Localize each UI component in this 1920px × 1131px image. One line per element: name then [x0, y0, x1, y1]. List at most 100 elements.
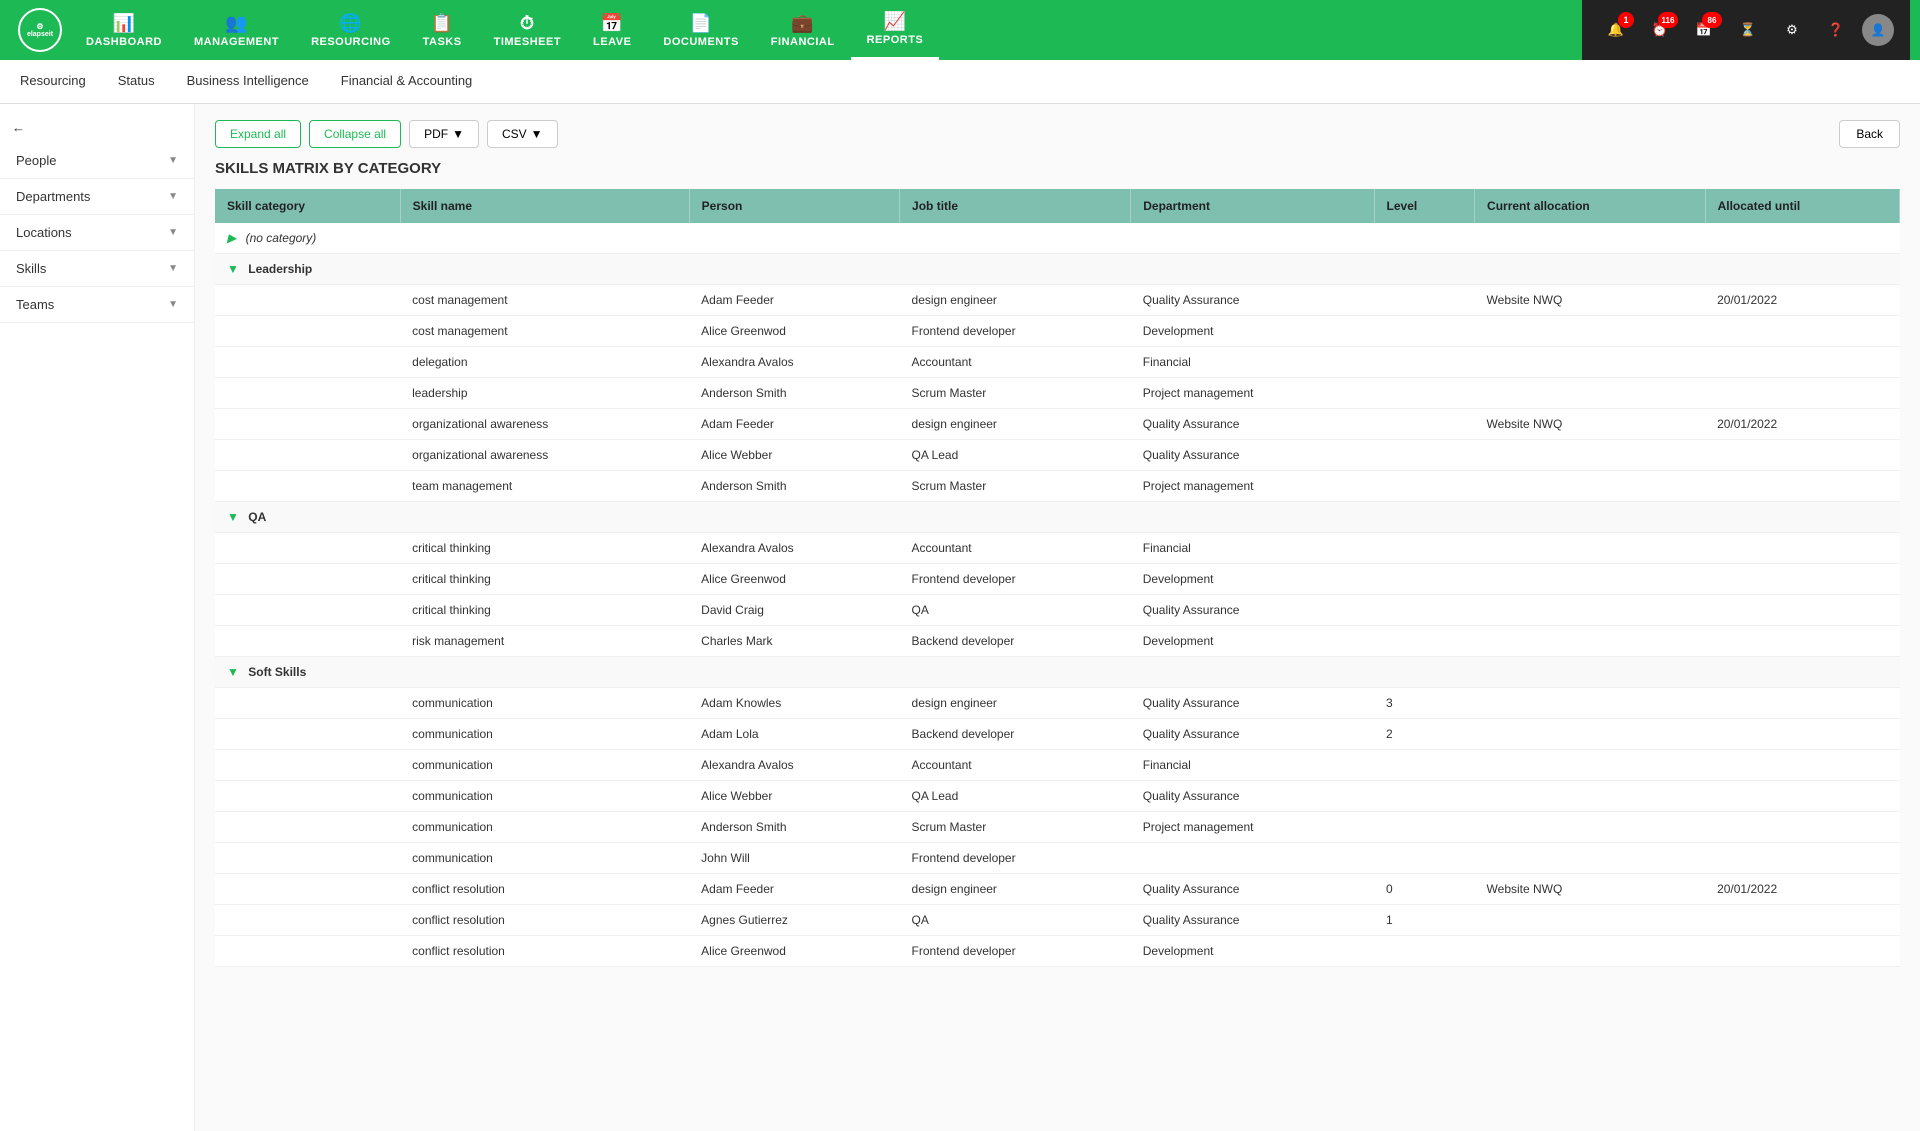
collapse-icon: ▼ [227, 665, 239, 679]
reports-icon: 📈 [883, 11, 906, 32]
table-row: conflict resolution Agnes Gutierrez QA Q… [215, 905, 1900, 936]
collapse-icon: ▼ [227, 510, 239, 524]
help-icon: ❓ [1828, 22, 1844, 38]
hourglass-button[interactable]: ⏳ [1730, 12, 1766, 48]
skills-matrix-table: Skill category Skill name Person Job tit… [215, 189, 1900, 967]
calendar-badge: 86 [1702, 12, 1722, 28]
back-button[interactable]: Back [1839, 120, 1900, 148]
table-row: conflict resolution Adam Feeder design e… [215, 874, 1900, 905]
table-row: cost management Adam Feeder design engin… [215, 285, 1900, 316]
toolbar-buttons: Expand all Collapse all PDF ▼ CSV ▼ [215, 120, 558, 148]
table-row: communication Adam Lola Backend develope… [215, 719, 1900, 750]
notifications-button[interactable]: 🔔 1 [1598, 12, 1634, 48]
category-row[interactable]: ▼ Soft Skills [215, 657, 1900, 688]
col-person: Person [689, 189, 899, 223]
expand-icon: ▶ [227, 231, 236, 245]
nav-tasks[interactable]: 📋 TASKS [407, 0, 478, 60]
table-row: communication Alice Webber QA Lead Quali… [215, 781, 1900, 812]
sub-nav-resourcing[interactable]: Resourcing [16, 60, 90, 103]
collapse-all-button[interactable]: Collapse all [309, 120, 401, 148]
expand-all-button[interactable]: Expand all [215, 120, 301, 148]
category-row[interactable]: ▼ QA [215, 502, 1900, 533]
nav-documents[interactable]: 📄 DOCUMENTS [647, 0, 754, 60]
management-icon: 👥 [225, 13, 248, 34]
table-row: critical thinking Alexandra Avalos Accou… [215, 533, 1900, 564]
nav-leave[interactable]: 📅 LEAVE [577, 0, 647, 60]
nav-timesheet[interactable]: ⏱ TIMESHEET [478, 0, 577, 60]
chevron-down-icon: ▼ [168, 263, 178, 274]
csv-button[interactable]: CSV ▼ [487, 120, 558, 148]
sidebar-filter-teams[interactable]: Teams ▼ [0, 287, 194, 323]
main-layout: ← People ▼ Departments ▼ Locations ▼ Ski… [0, 104, 1920, 1131]
documents-icon: 📄 [690, 13, 713, 34]
sub-nav-business-intelligence[interactable]: Business Intelligence [183, 60, 313, 103]
table-row: organizational awareness Adam Feeder des… [215, 409, 1900, 440]
financial-icon: 💼 [791, 13, 814, 34]
nav-management[interactable]: 👥 MANAGEMENT [178, 0, 295, 60]
notifications-badge: 1 [1618, 12, 1634, 28]
col-skill-name: Skill name [400, 189, 689, 223]
timer-button[interactable]: ⏰ 116 [1642, 12, 1678, 48]
sidebar: ← People ▼ Departments ▼ Locations ▼ Ski… [0, 104, 195, 1131]
timer-badge: 116 [1658, 12, 1678, 28]
category-row[interactable]: ▼ Leadership [215, 254, 1900, 285]
sub-nav-financial-accounting[interactable]: Financial & Accounting [337, 60, 477, 103]
chevron-down-icon: ▼ [531, 127, 543, 141]
leave-icon: 📅 [601, 13, 624, 34]
nav-financial[interactable]: 💼 FINANCIAL [755, 0, 851, 60]
table-row: ▶ (no category) [215, 223, 1900, 254]
sub-navigation: Resourcing Status Business Intelligence … [0, 60, 1920, 104]
pdf-button[interactable]: PDF ▼ [409, 120, 479, 148]
nav-dashboard[interactable]: 📊 DASHBOARD [70, 0, 178, 60]
col-allocated-until: Allocated until [1705, 189, 1899, 223]
nav-right: 🔔 1 ⏰ 116 📅 86 ⏳ ⚙ ❓ 👤 [1582, 0, 1910, 60]
collapse-icon: ▼ [227, 262, 239, 276]
col-job-title: Job title [900, 189, 1131, 223]
table-row: communication Alexandra Avalos Accountan… [215, 750, 1900, 781]
sidebar-filter-skills[interactable]: Skills ▼ [0, 251, 194, 287]
col-department: Department [1131, 189, 1374, 223]
table-row: team management Anderson Smith Scrum Mas… [215, 471, 1900, 502]
col-current-allocation: Current allocation [1475, 189, 1706, 223]
help-button[interactable]: ❓ [1818, 12, 1854, 48]
tasks-icon: 📋 [431, 13, 454, 34]
table-row: cost management Alice Greenwod Frontend … [215, 316, 1900, 347]
hourglass-icon: ⏳ [1740, 22, 1756, 38]
table-row: communication Anderson Smith Scrum Maste… [215, 812, 1900, 843]
app-logo[interactable]: ⚙ elapseit [10, 8, 70, 52]
nav-resourcing[interactable]: 🌐 RESOURCING [295, 0, 407, 60]
sidebar-filter-people[interactable]: People ▼ [0, 143, 194, 179]
chevron-down-icon: ▼ [168, 155, 178, 166]
sub-nav-status[interactable]: Status [114, 60, 159, 103]
calendar-button[interactable]: 📅 86 [1686, 12, 1722, 48]
chevron-down-icon: ▼ [452, 127, 464, 141]
sidebar-filter-locations[interactable]: Locations ▼ [0, 215, 194, 251]
chevron-down-icon: ▼ [168, 191, 178, 202]
chevron-down-icon: ▼ [168, 227, 178, 238]
gear-icon: ⚙ [1786, 22, 1798, 38]
table-row: organizational awareness Alice Webber QA… [215, 440, 1900, 471]
nav-reports[interactable]: 📈 REPORTS [851, 0, 940, 60]
table-row: risk management Charles Mark Backend dev… [215, 626, 1900, 657]
resourcing-icon: 🌐 [339, 13, 362, 34]
page-title: SKILLS MATRIX BY CATEGORY [215, 160, 1900, 177]
table-row: leadership Anderson Smith Scrum Master P… [215, 378, 1900, 409]
table-header-row: Skill category Skill name Person Job tit… [215, 189, 1900, 223]
sidebar-back-button[interactable]: ← [0, 112, 194, 143]
top-navigation: ⚙ elapseit 📊 DASHBOARD 👥 MANAGEMENT 🌐 RE… [0, 0, 1920, 60]
sidebar-filter-departments[interactable]: Departments ▼ [0, 179, 194, 215]
chevron-down-icon: ▼ [168, 299, 178, 310]
table-row: critical thinking Alice Greenwod Fronten… [215, 564, 1900, 595]
table-row: communication Adam Knowles design engine… [215, 688, 1900, 719]
table-row: critical thinking David Craig QA Quality… [215, 595, 1900, 626]
content-header: Expand all Collapse all PDF ▼ CSV ▼ Back [215, 120, 1900, 148]
settings-button[interactable]: ⚙ [1774, 12, 1810, 48]
nav-items: 📊 DASHBOARD 👥 MANAGEMENT 🌐 RESOURCING 📋 … [70, 0, 1582, 60]
table-row: conflict resolution Alice Greenwod Front… [215, 936, 1900, 967]
table-row: delegation Alexandra Avalos Accountant F… [215, 347, 1900, 378]
dashboard-icon: 📊 [113, 13, 136, 34]
timesheet-icon: ⏱ [520, 13, 535, 34]
table-row: communication John Will Frontend develop… [215, 843, 1900, 874]
user-avatar[interactable]: 👤 [1862, 14, 1894, 46]
col-level: Level [1374, 189, 1475, 223]
